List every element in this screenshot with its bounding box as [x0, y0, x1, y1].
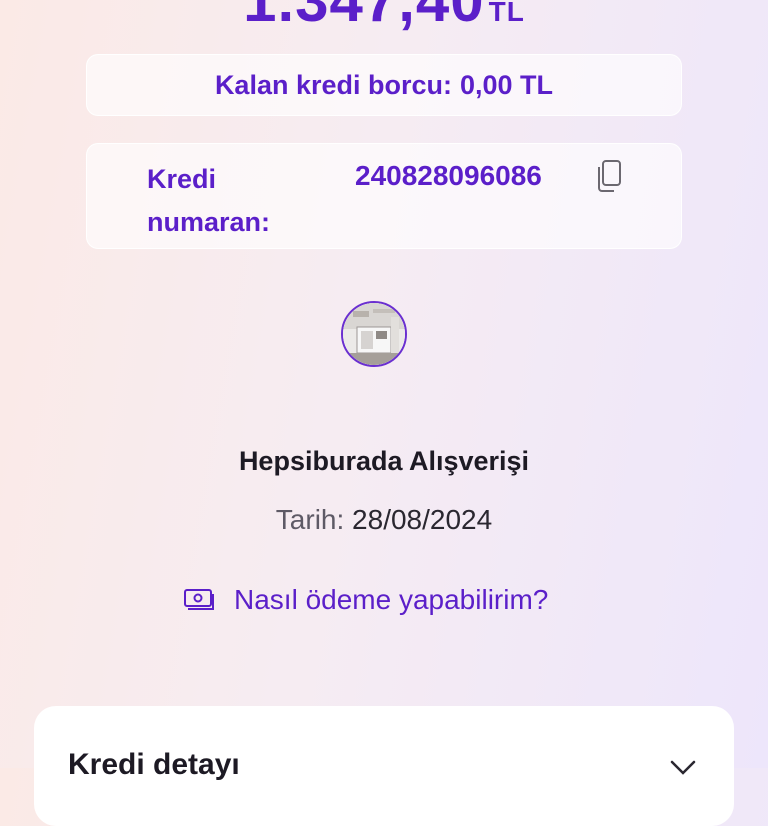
money-icon	[184, 589, 214, 610]
credit-number-box: Kredi numaran: 240828096086	[86, 143, 682, 249]
remaining-debt-value: 0,00 TL	[460, 69, 554, 100]
remaining-debt-box: Kalan kredi borcu: 0,00 TL	[86, 54, 682, 116]
date-value: 28/08/2024	[352, 504, 493, 535]
product-image	[343, 303, 405, 365]
credit-number-value: 240828096086	[355, 160, 542, 191]
transaction-date: Tarih: 28/08/2024	[0, 504, 768, 536]
chevron-down-icon[interactable]	[670, 760, 696, 776]
payment-help-label: Nasıl ödeme yapabilirim?	[234, 584, 549, 615]
merchant-name: Hepsiburada Alışverişi	[238, 446, 530, 476]
date-label: Tarih:	[275, 504, 345, 535]
loan-amount-currency: TL	[488, 0, 525, 27]
copy-icon[interactable]	[595, 159, 623, 193]
credit-number-label: Kredi numaran:	[147, 164, 271, 237]
credit-details-card[interactable]: Kredi detayı	[34, 706, 734, 826]
remaining-debt-label: Kalan kredi borcu:	[214, 69, 452, 100]
loan-amount: 1.347,40 TL	[0, 0, 768, 35]
loan-amount-value: 1.347,40	[243, 0, 485, 34]
payment-help-link[interactable]: Nasıl ödeme yapabilirim?	[184, 584, 548, 616]
merchant-avatar	[341, 301, 407, 367]
credit-details-title: Kredi detayı	[68, 748, 240, 781]
